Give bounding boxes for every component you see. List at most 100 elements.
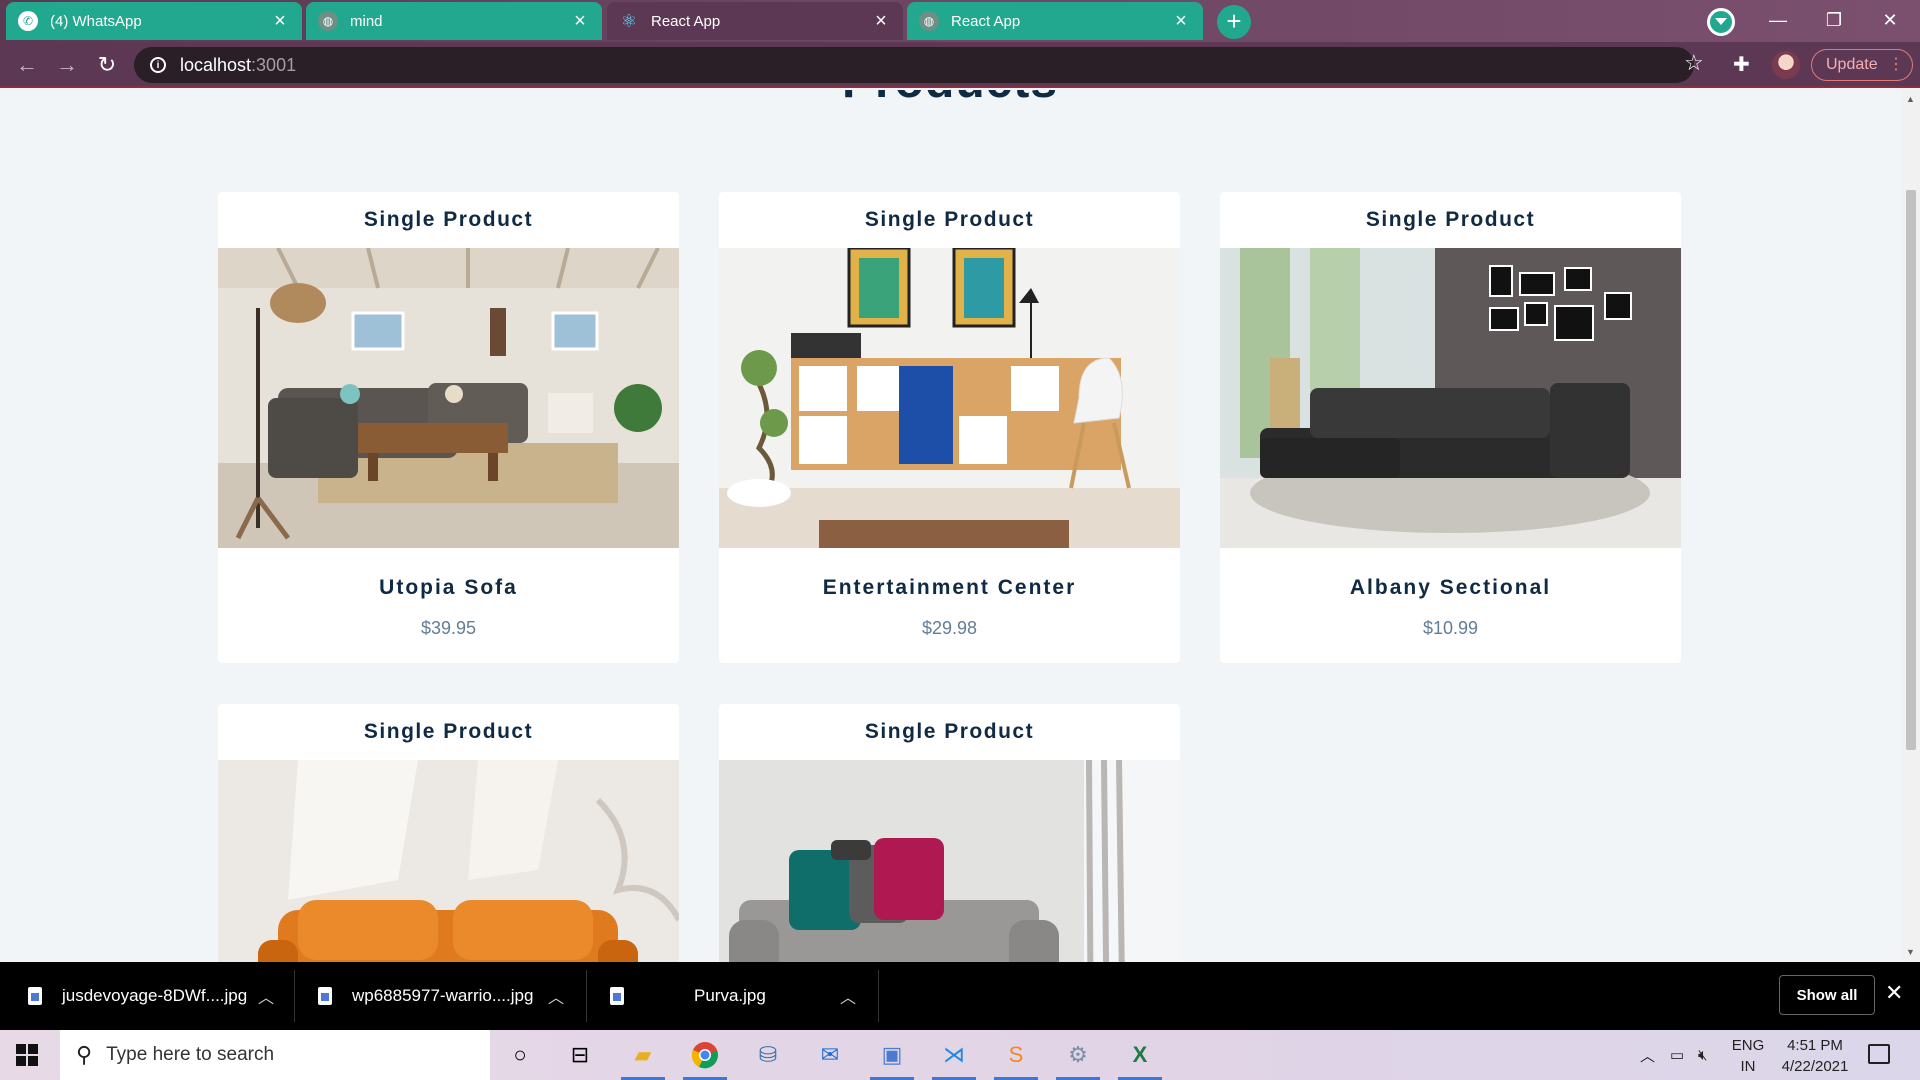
file-icon bbox=[28, 987, 42, 1005]
sublime-text-icon[interactable]: S bbox=[999, 1038, 1033, 1072]
task-view-icon[interactable]: ⊟ bbox=[563, 1038, 597, 1072]
notification-icon[interactable] bbox=[1868, 1044, 1890, 1064]
product-card[interactable]: Single Product bbox=[719, 704, 1180, 962]
forward-icon[interactable]: → bbox=[52, 50, 82, 80]
language-indicator[interactable]: ENG IN bbox=[1730, 1035, 1766, 1077]
mail-icon[interactable]: ✉ bbox=[813, 1038, 847, 1072]
product-price: $29.98 bbox=[921, 618, 978, 638]
chevron-up-icon[interactable]: ︿ bbox=[548, 984, 564, 1008]
chevron-up-icon[interactable]: ︿ bbox=[1640, 1030, 1655, 1080]
new-tab-button[interactable]: + bbox=[1217, 5, 1251, 39]
download-filename: wp6885977-warrio....jpg bbox=[352, 986, 534, 1005]
globe-icon: ◍ bbox=[318, 11, 338, 31]
show-all-button[interactable]: Show all bbox=[1779, 975, 1875, 1015]
product-card[interactable]: Single Product bbox=[218, 704, 679, 962]
tab-label: mind bbox=[350, 12, 383, 30]
card-heading: Single Product bbox=[864, 720, 1035, 743]
extensions-icon[interactable]: ✚ bbox=[1733, 52, 1750, 77]
whatsapp-icon: ✆ bbox=[18, 11, 38, 31]
python-icon[interactable]: ⛁ bbox=[751, 1038, 785, 1072]
product-card[interactable]: Single Product bbox=[719, 192, 1180, 663]
address-port: :3001 bbox=[251, 54, 297, 75]
scrollbar-thumb[interactable] bbox=[1906, 190, 1916, 750]
excel-icon[interactable]: X bbox=[1123, 1038, 1157, 1072]
clock-time: 4:51 PM bbox=[1787, 1037, 1843, 1054]
card-heading: Single Product bbox=[864, 208, 1035, 231]
address-bar[interactable]: i localhost:3001 bbox=[134, 47, 1694, 83]
page-scrollbar[interactable]: ▲ ▼ bbox=[1902, 90, 1920, 962]
chrome-icon[interactable] bbox=[688, 1038, 722, 1072]
browser-toolbar: ← → ↻ i localhost:3001 ☆ ✚ Update ⋮ bbox=[0, 42, 1920, 88]
product-price: $10.99 bbox=[1422, 618, 1479, 638]
product-card[interactable]: Single Product bbox=[1220, 192, 1681, 663]
card-heading: Single Product bbox=[1365, 208, 1536, 231]
taskbar: ⚲ Type here to search ○ ⊟ ▰ ⛁ ✉ ▣ ⋊ S ⚙ … bbox=[0, 1030, 1920, 1080]
language-code: ENG bbox=[1731, 1037, 1765, 1054]
back-icon[interactable]: ← bbox=[12, 50, 42, 80]
page-viewport: Products Single Product bbox=[0, 90, 1920, 962]
search-placeholder: Type here to search bbox=[106, 1044, 275, 1065]
window-close-icon[interactable]: ✕ bbox=[1862, 0, 1918, 40]
divider bbox=[294, 970, 295, 1022]
scroll-up-icon[interactable]: ▲ bbox=[1906, 94, 1915, 104]
info-icon[interactable]: i bbox=[150, 57, 166, 73]
file-icon bbox=[610, 987, 624, 1005]
product-image[interactable] bbox=[1220, 248, 1681, 548]
page-title: Products bbox=[0, 90, 1900, 109]
downloads-bar: jusdevoyage-8DWf....jpg ︿ wp6885977-warr… bbox=[0, 962, 1920, 1030]
settings-gear-icon[interactable]: ⚙ bbox=[1061, 1038, 1095, 1072]
chevron-up-icon[interactable]: ︿ bbox=[258, 984, 274, 1008]
tab-label: React App bbox=[951, 12, 1021, 30]
bookmark-star-icon[interactable]: ☆ bbox=[1684, 50, 1704, 76]
globe-icon: ◍ bbox=[919, 11, 939, 31]
close-icon[interactable]: × bbox=[871, 10, 891, 33]
restore-icon[interactable]: ❐ bbox=[1806, 0, 1862, 40]
cortana-icon[interactable]: ○ bbox=[503, 1038, 537, 1072]
battery-icon[interactable]: ▭ bbox=[1670, 1030, 1684, 1080]
tab-react-app[interactable]: ◍ React App × bbox=[907, 2, 1203, 40]
close-icon[interactable]: × bbox=[1171, 10, 1191, 33]
download-item[interactable]: jusdevoyage-8DWf....jpg ︿ bbox=[28, 970, 278, 1022]
close-icon[interactable]: ✕ bbox=[1885, 980, 1903, 1006]
product-name: Albany Sectional bbox=[1349, 576, 1552, 599]
file-icon bbox=[318, 987, 332, 1005]
vscode-icon[interactable]: ⋊ bbox=[937, 1038, 971, 1072]
photos-icon[interactable]: ▣ bbox=[875, 1038, 909, 1072]
file-explorer-icon[interactable]: ▰ bbox=[626, 1038, 660, 1072]
download-filename: Purva.jpg bbox=[694, 986, 766, 1005]
react-icon: ⚛ bbox=[620, 10, 638, 31]
tab-search-icon[interactable] bbox=[1707, 8, 1735, 36]
tab-whatsapp[interactable]: ✆ (4) WhatsApp × bbox=[6, 2, 302, 40]
menu-dots-icon[interactable]: ⋮ bbox=[1888, 54, 1904, 74]
product-image[interactable] bbox=[719, 248, 1180, 548]
taskbar-search-input[interactable]: ⚲ Type here to search bbox=[60, 1030, 490, 1080]
product-image[interactable] bbox=[218, 760, 679, 962]
product-name: Entertainment Center bbox=[822, 576, 1077, 599]
update-label: Update bbox=[1826, 56, 1878, 73]
download-item[interactable]: Purva.jpg ︿ bbox=[610, 970, 860, 1022]
reload-icon[interactable]: ↻ bbox=[92, 50, 122, 80]
language-region: IN bbox=[1740, 1058, 1756, 1075]
product-image[interactable] bbox=[218, 248, 679, 548]
download-item[interactable]: wp6885977-warrio....jpg ︿ bbox=[318, 970, 568, 1022]
browser-tab-strip: ✆ (4) WhatsApp × ◍ mind × ⚛ React App × … bbox=[0, 0, 1920, 42]
scroll-down-icon[interactable]: ▼ bbox=[1906, 947, 1915, 957]
card-heading: Single Product bbox=[363, 720, 534, 743]
search-icon: ⚲ bbox=[76, 1042, 93, 1067]
close-icon[interactable]: × bbox=[270, 10, 290, 33]
chevron-up-icon[interactable]: ︿ bbox=[840, 984, 856, 1008]
volume-muted-icon[interactable]: 🔇︎ bbox=[1698, 1030, 1707, 1080]
card-heading: Single Product bbox=[363, 208, 534, 231]
minimize-icon[interactable]: — bbox=[1750, 0, 1806, 40]
close-icon[interactable]: × bbox=[570, 10, 590, 33]
product-image[interactable] bbox=[719, 760, 1180, 962]
avatar[interactable] bbox=[1772, 51, 1800, 79]
update-button[interactable]: Update ⋮ bbox=[1811, 49, 1913, 81]
windows-start-icon[interactable] bbox=[16, 1044, 38, 1066]
divider bbox=[586, 970, 587, 1022]
product-card[interactable]: Single Product bbox=[218, 192, 679, 663]
divider bbox=[878, 970, 879, 1022]
tab-mind[interactable]: ◍ mind × bbox=[306, 2, 602, 40]
tab-react-app-active[interactable]: ⚛ React App × bbox=[607, 2, 903, 40]
clock[interactable]: 4:51 PM 4/22/2021 bbox=[1770, 1035, 1860, 1077]
